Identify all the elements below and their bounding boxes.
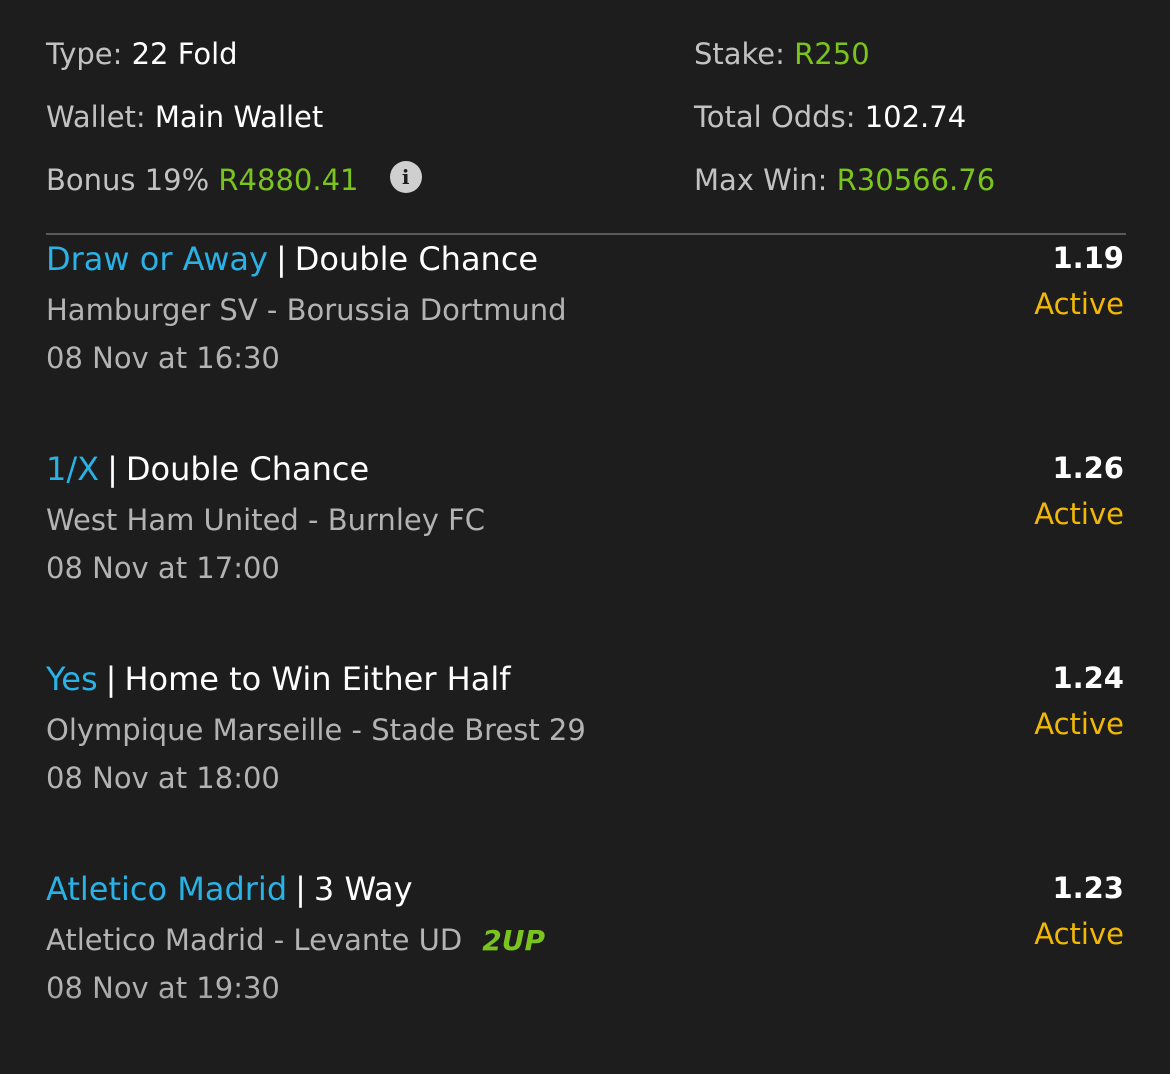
title-separator: |	[105, 660, 117, 698]
market-name: Home to Win Either Half	[124, 660, 511, 698]
stake-row: Stake: R250	[694, 34, 995, 97]
2up-badge: 2UP	[482, 924, 545, 957]
bet-type-row: Type: 22 Fold	[46, 34, 422, 97]
max-win-label: Max Win:	[694, 163, 828, 197]
selection-name: 1/X	[46, 450, 100, 488]
total-odds-row: Total Odds: 102.74	[694, 97, 995, 160]
bet-selection-item[interactable]: Draw or Away | Double Chance Hamburger SV …	[46, 234, 1124, 444]
bet-summary: Type: 22 Fold Wallet: Main Wallet Bonus …	[46, 34, 1126, 224]
bonus-value: R4880.41	[218, 163, 359, 197]
total-odds-label: Total Odds:	[694, 100, 856, 134]
stake-value: R250	[794, 37, 870, 71]
selection-name: Yes	[46, 660, 98, 698]
match-datetime: 08 Nov at 17:00	[46, 551, 280, 585]
selection-odds: 1.24	[1052, 661, 1124, 695]
bet-type-value: 22 Fold	[131, 37, 238, 71]
match-teams: Atletico Madrid - Levante UD 2UP	[46, 920, 545, 961]
wallet-value: Main Wallet	[154, 100, 324, 134]
bet-title: Atletico Madrid | 3 Way	[46, 866, 413, 912]
stake-label: Stake:	[694, 37, 785, 71]
market-name: Double Chance	[125, 450, 370, 488]
match-datetime: 08 Nov at 16:30	[46, 341, 280, 375]
max-win-value: R30566.76	[836, 163, 996, 197]
bonus-label: Bonus 19%	[46, 163, 210, 197]
selection-name: Atletico Madrid	[46, 870, 288, 908]
info-icon[interactable]: i	[389, 161, 422, 193]
bonus-row: Bonus 19% R4880.41 i	[46, 160, 422, 223]
bet-title: 1/X | Double Chance	[46, 446, 369, 492]
status-badge: Active	[1034, 917, 1124, 951]
bet-type-label: Type:	[46, 37, 123, 71]
max-win-row: Max Win: R30566.76	[694, 160, 995, 223]
bet-selection-item[interactable]: 1/X | Double Chance West Ham United - Burn…	[46, 444, 1124, 654]
selection-odds: 1.26	[1052, 451, 1124, 485]
bet-selection-item[interactable]: Atletico Madrid | 3 Way Atletico Madrid - …	[46, 864, 1124, 1074]
wallet-label: Wallet:	[46, 100, 146, 134]
summary-right-column: Stake: R250 Total Odds: 102.74 Max Win: …	[694, 34, 995, 223]
selection-odds: 1.23	[1052, 871, 1124, 905]
match-datetime: 08 Nov at 19:30	[46, 971, 280, 1005]
match-teams-text: Atletico Madrid - Levante UD	[46, 923, 463, 957]
match-teams: Olympique Marseille - Stade Brest 29	[46, 713, 586, 747]
market-name: Double Chance	[294, 240, 539, 278]
title-separator: |	[275, 240, 287, 278]
title-separator: |	[295, 870, 306, 908]
selection-name: Draw or Away	[46, 240, 268, 278]
selection-odds: 1.19	[1052, 241, 1124, 275]
match-datetime: 08 Nov at 18:00	[46, 761, 280, 795]
title-separator: |	[107, 450, 118, 488]
status-badge: Active	[1034, 497, 1124, 531]
status-badge: Active	[1034, 707, 1124, 741]
summary-left-column: Type: 22 Fold Wallet: Main Wallet Bonus …	[46, 34, 422, 223]
match-teams: Hamburger SV - Borussia Dortmund	[46, 293, 567, 327]
market-name: 3 Way	[313, 870, 413, 908]
bet-selections-list: Draw or Away | Double Chance Hamburger SV …	[46, 234, 1124, 1074]
bet-title: Draw or Away | Double Chance	[46, 236, 538, 282]
match-teams: West Ham United - Burnley FC	[46, 503, 486, 537]
bet-title: Yes | Home to Win Either Half	[46, 656, 510, 702]
wallet-row: Wallet: Main Wallet	[46, 97, 422, 160]
bet-selection-item[interactable]: Yes | Home to Win Either Half Olympique Ma…	[46, 654, 1124, 864]
total-odds-value: 102.74	[864, 100, 967, 134]
status-badge: Active	[1034, 287, 1124, 321]
